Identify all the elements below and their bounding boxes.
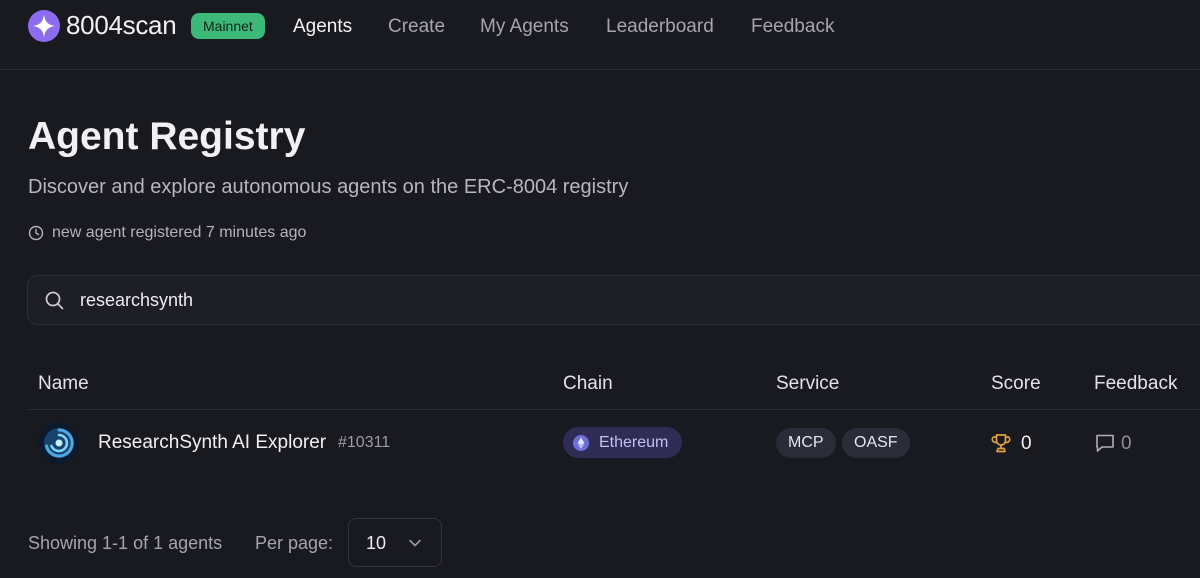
ethereum-icon <box>573 434 589 451</box>
top-navbar: 8004scan Mainnet Agents Create My Agents… <box>0 0 1200 70</box>
chat-bubble-icon <box>1096 434 1114 452</box>
column-header-score: Score <box>991 373 1041 394</box>
nav-item-my-agents[interactable]: My Agents <box>480 16 569 38</box>
nav-item-feedback[interactable]: Feedback <box>751 16 834 38</box>
pagination-summary: Showing 1-1 of 1 agents <box>28 533 223 553</box>
column-header-chain: Chain <box>563 373 613 394</box>
clock-icon <box>28 225 44 241</box>
chain-name: Ethereum <box>599 433 669 451</box>
brand-name[interactable]: 8004scan <box>66 10 177 41</box>
per-page-value: 10 <box>366 533 387 553</box>
recent-activity: new agent registered 7 minutes ago <box>28 223 306 243</box>
feedback-count: 0 <box>1121 433 1132 454</box>
column-header-service: Service <box>776 373 840 394</box>
chevron-down-icon <box>409 539 421 547</box>
per-page-label: Per page: <box>255 533 334 553</box>
nav-item-agents[interactable]: Agents <box>293 16 352 38</box>
activity-text: new agent registered 7 minutes ago <box>52 224 307 241</box>
table-header-divider <box>27 409 1200 410</box>
chain-badge: Ethereum <box>563 427 683 458</box>
search-input[interactable] <box>80 276 680 324</box>
service-badge-mcp: MCP <box>776 428 836 458</box>
search-bar[interactable] <box>27 275 1200 325</box>
network-badge: Mainnet <box>191 13 265 39</box>
agent-avatar[interactable] <box>38 422 80 464</box>
page-subtitle: Discover and explore autonomous agents o… <box>28 176 629 198</box>
agent-name-link[interactable]: ResearchSynth AI Explorer <box>98 432 326 454</box>
brand-star-logo-icon[interactable] <box>28 10 60 42</box>
nav-item-create[interactable]: Create <box>388 16 445 38</box>
trophy-icon <box>991 434 1011 453</box>
per-page-select[interactable]: 10 <box>348 518 442 567</box>
score-value: 0 <box>1021 433 1032 454</box>
column-header-name: Name <box>38 373 89 394</box>
search-icon <box>45 291 64 310</box>
service-badge-oasf: OASF <box>842 428 910 458</box>
nav-item-leaderboard[interactable]: Leaderboard <box>606 16 714 38</box>
page-title: Agent Registry <box>28 115 306 158</box>
column-header-feedback: Feedback <box>1094 373 1178 394</box>
agent-id: #10311 <box>338 434 391 451</box>
